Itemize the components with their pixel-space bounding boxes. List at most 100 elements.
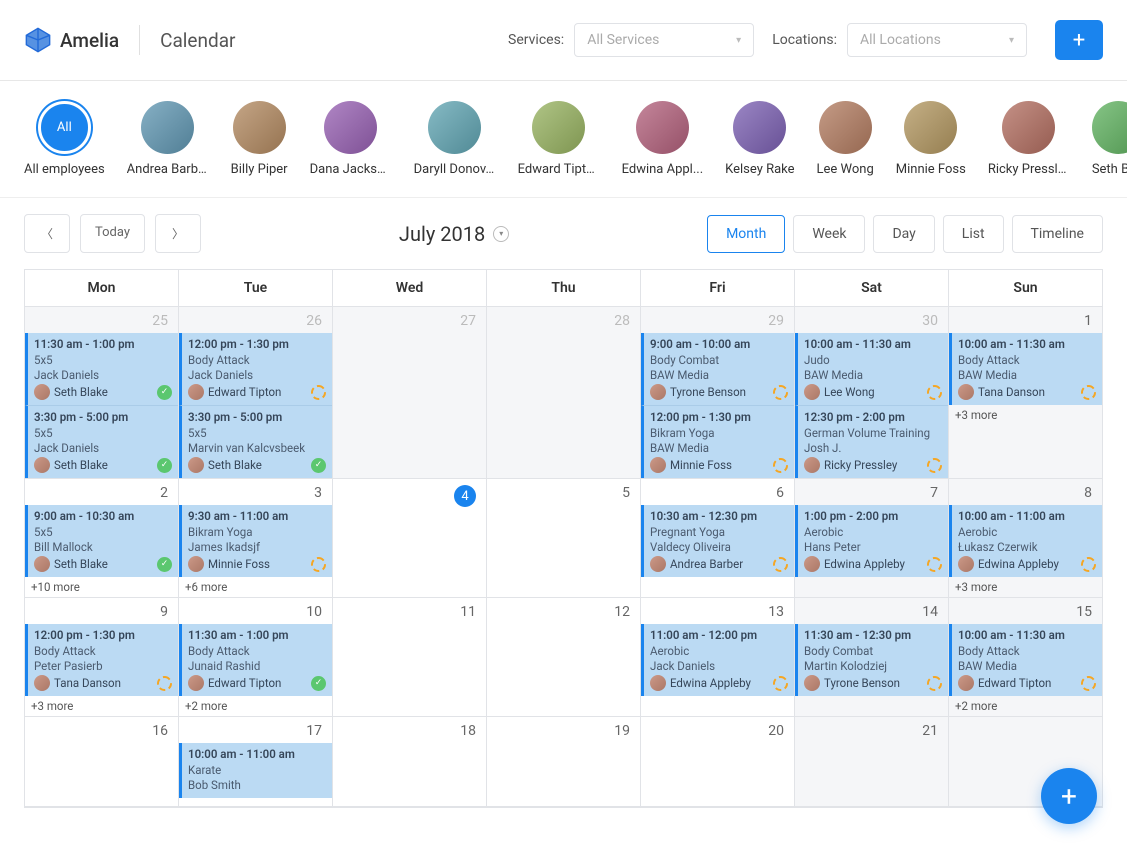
calendar-event[interactable]: 9:00 am - 10:00 amBody CombatBAW MediaTy… bbox=[641, 333, 794, 405]
calendar-day[interactable]: 19 bbox=[487, 717, 641, 807]
calendar-day[interactable]: 29:00 am - 10:30 am5x5Bill MallockSeth B… bbox=[25, 479, 179, 598]
event-title: Body Attack bbox=[188, 644, 326, 658]
view-month[interactable]: Month bbox=[707, 215, 785, 253]
event-subtitle: Valdecy Oliveira bbox=[650, 540, 788, 554]
calendar-day[interactable]: 1011:30 am - 1:00 pmBody AttackJunaid Ra… bbox=[179, 598, 333, 717]
event-subtitle: Peter Pasierb bbox=[34, 659, 172, 673]
prev-button[interactable]: 〈 bbox=[24, 214, 70, 253]
day-header: Thu bbox=[487, 270, 641, 307]
calendar-day[interactable]: 71:00 pm - 2:00 pmAerobicHans PeterEdwin… bbox=[795, 479, 949, 598]
calendar-day[interactable]: 299:00 am - 10:00 amBody CombatBAW Media… bbox=[641, 307, 795, 479]
today-button[interactable]: Today bbox=[80, 214, 145, 253]
event-employee: Minnie Foss bbox=[208, 557, 307, 571]
calendar-event[interactable]: 10:30 am - 12:30 pmPregnant YogaValdecy … bbox=[641, 505, 794, 577]
more-events-link[interactable]: +3 more bbox=[949, 577, 1102, 597]
view-day[interactable]: Day bbox=[873, 215, 934, 253]
calendar-event[interactable]: 3:30 pm - 5:00 pm5x5Marvin van Kalcvsbee… bbox=[179, 405, 332, 478]
add-button[interactable]: + bbox=[1055, 20, 1103, 60]
calendar-day[interactable]: 1510:00 am - 11:30 amBody AttackBAW Medi… bbox=[949, 598, 1102, 717]
employee-filter[interactable]: Seth Blak bbox=[1092, 101, 1127, 177]
calendar-event[interactable]: 11:30 am - 12:30 pmBody CombatMartin Kol… bbox=[795, 624, 948, 696]
avatar bbox=[958, 556, 974, 572]
calendar-event[interactable]: 10:00 am - 11:30 amJudoBAW MediaLee Wong bbox=[795, 333, 948, 405]
current-month[interactable]: July 2018 ▾ bbox=[399, 222, 509, 246]
event-footer: Edward Tipton bbox=[188, 384, 326, 400]
employee-filter[interactable]: Andrea Barber bbox=[127, 101, 209, 177]
event-time: 10:00 am - 11:30 am bbox=[958, 337, 1096, 351]
calendar-day[interactable]: 3010:00 am - 11:30 amJudoBAW MediaLee Wo… bbox=[795, 307, 949, 479]
locations-select[interactable]: All Locations ▾ bbox=[847, 23, 1027, 57]
calendar-day[interactable]: 5 bbox=[487, 479, 641, 598]
more-events-link[interactable]: +2 more bbox=[949, 696, 1102, 716]
calendar-event[interactable]: 10:00 am - 11:00 amKarateBob Smith bbox=[179, 743, 332, 798]
calendar-day[interactable]: 11 bbox=[333, 598, 487, 717]
calendar-day[interactable]: 28 bbox=[487, 307, 641, 479]
calendar-event[interactable]: 3:30 pm - 5:00 pm5x5Jack DanielsSeth Bla… bbox=[25, 405, 178, 478]
next-button[interactable]: 〉 bbox=[155, 214, 201, 253]
view-week[interactable]: Week bbox=[793, 215, 865, 253]
avatar bbox=[188, 457, 204, 473]
calendar-day[interactable]: 912:00 pm - 1:30 pmBody AttackPeter Pasi… bbox=[25, 598, 179, 717]
more-events-link[interactable]: +3 more bbox=[25, 696, 178, 716]
avatar bbox=[804, 556, 820, 572]
calendar-event[interactable]: 11:30 am - 1:00 pmBody AttackJunaid Rash… bbox=[179, 624, 332, 696]
calendar-event[interactable]: 12:30 pm - 2:00 pmGerman Volume Training… bbox=[795, 405, 948, 478]
services-value: All Services bbox=[587, 32, 659, 48]
employee-filter[interactable]: Minnie Foss bbox=[896, 101, 966, 177]
calendar-day[interactable]: 110:00 am - 11:30 amBody AttackBAW Media… bbox=[949, 307, 1102, 479]
calendar-day[interactable]: 20 bbox=[641, 717, 795, 807]
logo[interactable]: Amelia bbox=[24, 26, 119, 54]
calendar-event[interactable]: 10:00 am - 11:00 amAerobicŁukasz Czerwik… bbox=[949, 505, 1102, 577]
avatar bbox=[34, 384, 50, 400]
employee-filter[interactable]: Edwina Appl... bbox=[622, 101, 704, 177]
day-number: 3 bbox=[179, 479, 332, 505]
services-select[interactable]: All Services ▾ bbox=[574, 23, 754, 57]
employee-filter[interactable]: AllAll employees bbox=[24, 101, 105, 177]
view-list[interactable]: List bbox=[943, 215, 1004, 253]
calendar-event[interactable]: 10:00 am - 11:30 amBody AttackBAW MediaE… bbox=[949, 624, 1102, 696]
employee-filter[interactable]: Ricky Pressley bbox=[988, 101, 1070, 177]
more-events-link[interactable]: +3 more bbox=[949, 405, 1102, 425]
calendar-day[interactable]: 18 bbox=[333, 717, 487, 807]
more-events-link[interactable]: +6 more bbox=[179, 577, 332, 597]
calendar-day[interactable]: 16 bbox=[25, 717, 179, 807]
calendar-event[interactable]: 12:00 pm - 1:30 pmBody AttackJack Daniel… bbox=[179, 333, 332, 405]
employee-name: Minnie Foss bbox=[896, 162, 966, 177]
calendar-event[interactable]: 11:00 am - 12:00 pmAerobicJack DanielsEd… bbox=[641, 624, 794, 696]
more-events-link[interactable]: +2 more bbox=[179, 696, 332, 716]
calendar-day[interactable]: 1311:00 am - 12:00 pmAerobicJack Daniels… bbox=[641, 598, 795, 717]
calendar-day[interactable]: 27 bbox=[333, 307, 487, 479]
calendar-event[interactable]: 10:00 am - 11:30 amBody AttackBAW MediaT… bbox=[949, 333, 1102, 405]
calendar-event[interactable]: 9:00 am - 10:30 am5x5Bill MallockSeth Bl… bbox=[25, 505, 178, 577]
calendar-day[interactable]: 810:00 am - 11:00 amAerobicŁukasz Czerwi… bbox=[949, 479, 1102, 598]
calendar-event[interactable]: 12:00 pm - 1:30 pmBody AttackPeter Pasie… bbox=[25, 624, 178, 696]
more-events-link[interactable]: +10 more bbox=[25, 577, 178, 597]
employee-filter[interactable]: Dana Jackson bbox=[310, 101, 392, 177]
calendar-day[interactable]: 21 bbox=[795, 717, 949, 807]
employee-filter[interactable]: Edward Tipton bbox=[518, 101, 600, 177]
calendar-day[interactable]: 4 bbox=[333, 479, 487, 598]
employee-filter[interactable]: Kelsey Rake bbox=[725, 101, 794, 177]
calendar-event[interactable]: 12:00 pm - 1:30 pmBikram YogaBAW MediaMi… bbox=[641, 405, 794, 478]
calendar-day[interactable]: 2612:00 pm - 1:30 pmBody AttackJack Dani… bbox=[179, 307, 333, 479]
event-subtitle: BAW Media bbox=[804, 368, 942, 382]
calendar-event[interactable]: 11:30 am - 1:00 pm5x5Jack DanielsSeth Bl… bbox=[25, 333, 178, 405]
calendar-event[interactable]: 9:30 am - 11:00 amBikram YogaJames Ikads… bbox=[179, 505, 332, 577]
event-employee: Ricky Pressley bbox=[824, 458, 923, 472]
employee-filter[interactable]: Billy Piper bbox=[231, 101, 288, 177]
calendar-day[interactable]: 1411:30 am - 12:30 pmBody CombatMartin K… bbox=[795, 598, 949, 717]
calendar-event[interactable]: 1:00 pm - 2:00 pmAerobicHans PeterEdwina… bbox=[795, 505, 948, 577]
employee-filter[interactable]: Lee Wong bbox=[817, 101, 874, 177]
calendar-day[interactable]: 1710:00 am - 11:00 amKarateBob Smith bbox=[179, 717, 333, 807]
fab-add-button[interactable]: + bbox=[1041, 768, 1097, 824]
view-timeline[interactable]: Timeline bbox=[1012, 215, 1103, 253]
calendar-day[interactable]: 610:30 am - 12:30 pmPregnant YogaValdecy… bbox=[641, 479, 795, 598]
avatar bbox=[34, 457, 50, 473]
calendar-day[interactable]: 2511:30 am - 1:00 pm5x5Jack DanielsSeth … bbox=[25, 307, 179, 479]
event-time: 10:00 am - 11:00 am bbox=[958, 509, 1096, 523]
calendar-day[interactable]: 39:30 am - 11:00 amBikram YogaJames Ikad… bbox=[179, 479, 333, 598]
employee-filter[interactable]: Daryll Donov... bbox=[414, 101, 496, 177]
calendar-day[interactable]: 12 bbox=[487, 598, 641, 717]
event-footer: Ricky Pressley bbox=[804, 457, 942, 473]
event-subtitle: James Ikadsjf bbox=[188, 540, 326, 554]
